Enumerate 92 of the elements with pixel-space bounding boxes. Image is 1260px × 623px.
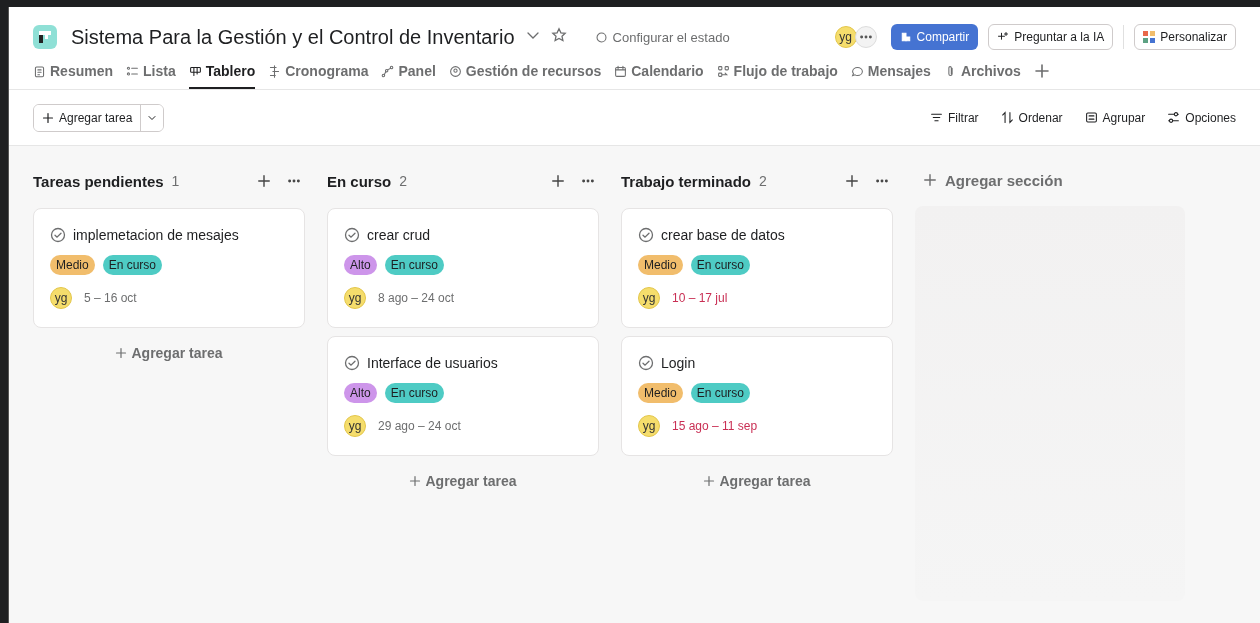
due-date: 8 ago – 24 oct (378, 291, 455, 305)
toolbar-button[interactable]: Agrupar (1084, 110, 1146, 125)
plus-icon (845, 174, 859, 188)
plus-icon (1033, 63, 1050, 79)
grid-icon (1143, 31, 1156, 43)
tag: En curso (384, 255, 445, 275)
task-card[interactable]: Login Medio En curso yg 15 ago – 11 sep (621, 336, 893, 456)
tag: En curso (690, 383, 751, 403)
task-card[interactable]: implemetacion de mesajes Medio En curso yg 5 – 16 oct (33, 208, 305, 328)
check-circle-icon (344, 227, 360, 243)
check-circle-icon (638, 355, 654, 371)
circle-icon (594, 30, 608, 44)
avatar[interactable]: yg (638, 287, 660, 309)
plus-icon (703, 475, 716, 487)
share-button[interactable]: Compartir (890, 24, 979, 50)
view-tab[interactable]: Cronograma (268, 59, 369, 89)
building-icon (899, 31, 912, 43)
task-count: 1 (171, 173, 180, 189)
column-title: En curso (327, 172, 392, 190)
avatar[interactable]: yg (638, 415, 660, 437)
task-name: Interface de usuarios (367, 355, 498, 371)
list-icon (126, 64, 140, 78)
sliders-icon (1167, 111, 1181, 124)
column-title: Trabajo terminado (621, 172, 752, 190)
add-task-button[interactable]: Agregar tarea (109, 344, 229, 362)
column-title: Tareas pendientes (33, 172, 164, 190)
task-name: crear base de datos (661, 227, 785, 243)
task-name: crear crud (367, 227, 431, 243)
graph-icon (381, 64, 395, 78)
ask-ai-button[interactable]: Preguntar a la IA (988, 24, 1114, 50)
plus-icon (115, 347, 128, 359)
tag: En curso (384, 383, 445, 403)
add-task-button[interactable]: Agregar tarea (697, 472, 817, 490)
customize-button[interactable]: Personalizar (1134, 24, 1236, 50)
person-circle-icon (448, 64, 462, 78)
avatar[interactable]: yg (344, 415, 366, 437)
view-tab[interactable]: Archivos (943, 59, 1021, 89)
view-tab[interactable]: Calendario (614, 59, 704, 89)
avatar[interactable]: yg (50, 287, 72, 309)
task-card[interactable]: Interface de usuarios Alto En curso yg 29 ago – 24 oct (327, 336, 599, 456)
tag: En curso (102, 255, 163, 275)
sort-icon (1000, 111, 1014, 124)
calendar-icon (614, 64, 628, 78)
workflow-icon (716, 64, 730, 78)
toolbar-button[interactable]: Ordenar (1000, 110, 1063, 125)
project-title: Sistema Para la Gestión y el Control de Inventario (71, 25, 515, 49)
tag: Medio (50, 255, 95, 275)
status-button[interactable]: Configurar el estado (588, 28, 736, 46)
view-tab[interactable]: Flujo de trabajo (716, 59, 838, 89)
timeline-icon (268, 64, 282, 78)
view-tab[interactable]: Panel (381, 59, 436, 89)
avatar[interactable]: yg (344, 287, 366, 309)
filter-icon (929, 111, 943, 124)
task-count: 2 (399, 173, 407, 189)
tag: En curso (690, 255, 751, 275)
toolbar-button[interactable]: Opciones (1167, 110, 1236, 125)
clipboard-icon (33, 64, 46, 78)
sparkle-icon (997, 31, 1010, 43)
view-tab[interactable]: Mensajes (850, 59, 931, 89)
tag: Medio (638, 255, 683, 275)
task-count: 2 (759, 173, 767, 189)
check-circle-icon (638, 227, 654, 243)
check-circle-icon (50, 227, 66, 243)
speech-bubble-icon (850, 64, 864, 78)
tag: Alto (344, 255, 377, 275)
project-logo-icon (33, 25, 57, 49)
view-tab[interactable]: Resumen (33, 59, 114, 89)
due-date: 5 – 16 oct (84, 291, 137, 305)
tag: Alto (344, 383, 377, 403)
tag: Medio (638, 383, 683, 403)
star-icon (550, 27, 567, 43)
due-date: 29 ago – 24 oct (378, 419, 461, 433)
toolbar-button[interactable]: Filtrar (929, 110, 979, 125)
group-icon (1084, 111, 1098, 124)
plus-icon (42, 111, 54, 124)
task-name: implemetacion de mesajes (73, 227, 239, 243)
plus-icon (551, 174, 565, 188)
due-date: 15 ago – 11 sep (672, 419, 758, 433)
task-card[interactable]: crear base de datos Medio En curso yg 10 – 17 jul (621, 208, 893, 328)
add-section-button[interactable]: Agregar sección (915, 168, 1185, 193)
board-icon (188, 64, 202, 78)
check-circle-icon (344, 355, 360, 371)
plus-icon (257, 174, 271, 188)
plus-icon (409, 475, 422, 487)
avatar[interactable]: yg (834, 26, 857, 48)
plus-icon (923, 173, 937, 188)
view-tab[interactable]: Gestión de recursos (448, 59, 602, 89)
due-date: 10 – 17 jul (672, 291, 728, 305)
task-card[interactable]: crear crud Alto En curso yg 8 ago – 24 oct (327, 208, 599, 328)
task-name: Login (661, 355, 696, 371)
add-task-button[interactable]: Agregar tarea (403, 472, 523, 490)
view-tab[interactable]: Lista (126, 59, 176, 89)
